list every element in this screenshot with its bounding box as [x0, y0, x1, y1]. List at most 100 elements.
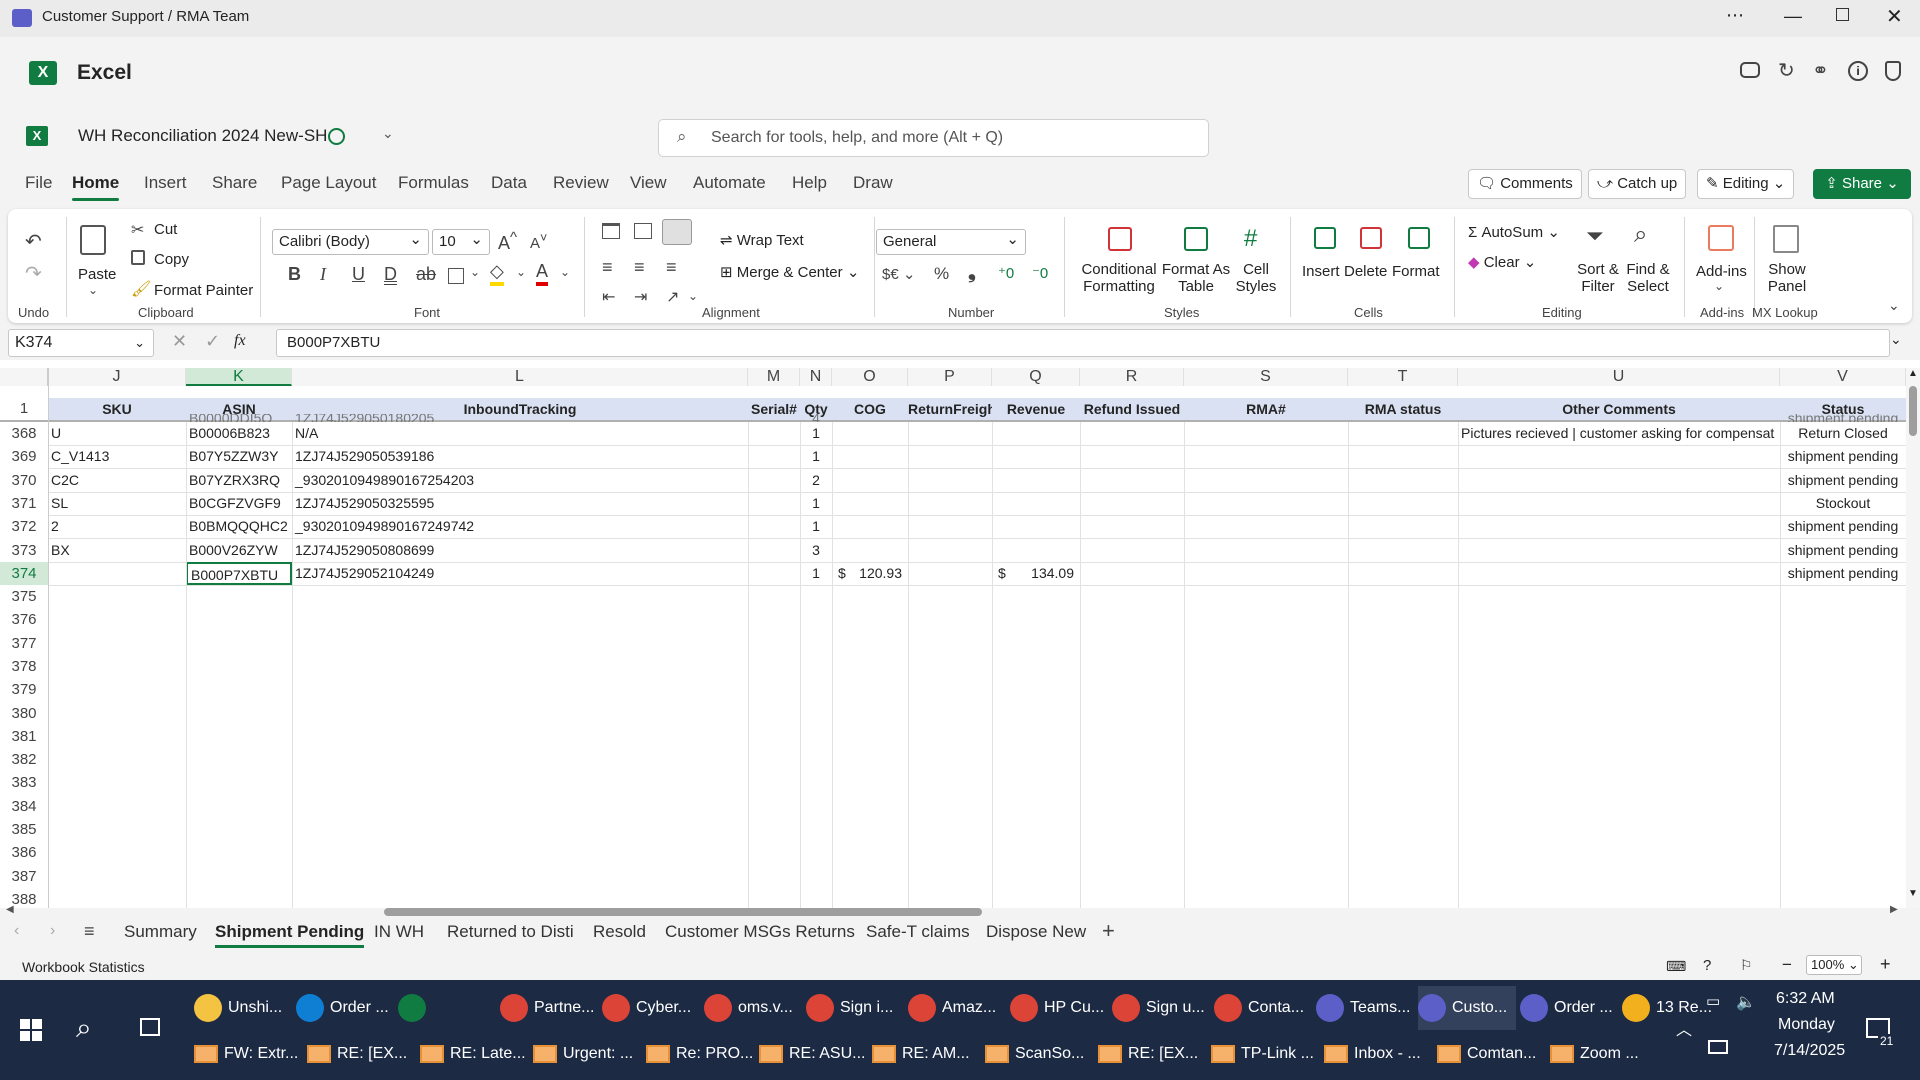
taskbar-window[interactable]: TP-Link ...: [1211, 1032, 1321, 1076]
wrap-text-button[interactable]: ⇌ Wrap Text: [720, 231, 804, 249]
taskbar-app-file-explorer[interactable]: Unshi...: [194, 986, 292, 1030]
taskbar-app-chrome[interactable]: Sign i...: [806, 986, 904, 1030]
column-header-p[interactable]: P: [908, 368, 992, 386]
close-icon[interactable]: ✕: [1886, 4, 1903, 29]
taskbar-app-excel[interactable]: [398, 986, 496, 1030]
minimize-icon[interactable]: —: [1784, 6, 1802, 27]
font-color-icon[interactable]: A: [536, 261, 549, 286]
row-number[interactable]: 372: [0, 515, 48, 538]
row-number[interactable]: 386: [0, 841, 48, 864]
column-header-s[interactable]: S: [1184, 368, 1348, 386]
table-cell[interactable]: [1080, 445, 1184, 468]
table-cell[interactable]: [1458, 539, 1780, 562]
column-header-v[interactable]: V: [1780, 368, 1906, 386]
taskbar-window[interactable]: FW: Extr...: [194, 1032, 304, 1076]
column-header-o[interactable]: O: [832, 368, 908, 386]
taskbar-app-chrome[interactable]: Conta...: [1214, 986, 1312, 1030]
taskbar-app-chrome[interactable]: HP Cu...: [1010, 986, 1108, 1030]
taskbar-window[interactable]: RE: [EX...: [1098, 1032, 1208, 1076]
scroll-down-icon[interactable]: ▼: [1908, 888, 1918, 899]
more-icon[interactable]: ⋯: [1726, 5, 1744, 26]
all-sheets-icon[interactable]: ≡: [84, 921, 95, 942]
row-number[interactable]: 382: [0, 748, 48, 771]
table-cell[interactable]: shipment pending: [1780, 539, 1906, 562]
row-number[interactable]: 373: [0, 539, 48, 562]
row-number[interactable]: 379: [0, 678, 48, 701]
chevron-down-icon[interactable]: ⌄: [688, 289, 698, 303]
cut-button[interactable]: Cut: [154, 221, 177, 238]
table-cell[interactable]: N/A: [292, 422, 748, 445]
clock-time[interactable]: 6:32 AM: [1776, 990, 1835, 1008]
taskbar-window[interactable]: Comtan...: [1437, 1032, 1547, 1076]
table-cell[interactable]: [992, 539, 1080, 562]
table-cell[interactable]: _9302010949890167249742: [292, 515, 748, 538]
tab-page-layout[interactable]: Page Layout: [281, 173, 376, 193]
table-cell[interactable]: $120.93: [832, 562, 908, 585]
comments-button[interactable]: 🗨 Comments: [1468, 169, 1582, 199]
table-cell[interactable]: U: [48, 422, 186, 445]
number-format-select[interactable]: General ⌄: [876, 229, 1026, 255]
table-cell[interactable]: [1458, 515, 1780, 538]
align-right-icon[interactable]: ≡: [666, 257, 677, 278]
scroll-left-arrow-icon[interactable]: ◀: [6, 904, 14, 915]
table-cell[interactable]: [1080, 469, 1184, 492]
chevron-down-icon[interactable]: ⌄: [382, 125, 394, 142]
table-cell[interactable]: B07Y5ZZW3Y: [186, 445, 292, 468]
format-cells-button[interactable]: Format: [1392, 263, 1440, 280]
table-cell[interactable]: [1184, 492, 1348, 515]
editing-mode-button[interactable]: ✎ Editing ⌄: [1697, 169, 1795, 199]
taskbar-app-edge[interactable]: Order ...: [296, 986, 394, 1030]
delete-cells-button[interactable]: Delete: [1344, 263, 1387, 280]
table-cell[interactable]: [832, 492, 908, 515]
row-number[interactable]: 377: [0, 632, 48, 655]
table-cell[interactable]: [48, 562, 186, 585]
table-cell[interactable]: Pictures recieved | customer asking for …: [1458, 422, 1780, 445]
table-cell[interactable]: B00006B823: [186, 422, 292, 445]
increase-indent-icon[interactable]: ⇥: [634, 287, 647, 307]
redo-icon[interactable]: ↷: [25, 261, 42, 286]
table-cell[interactable]: [908, 469, 992, 492]
table-cell[interactable]: [1458, 445, 1780, 468]
table-cell[interactable]: $134.09: [992, 562, 1080, 585]
zoom-select[interactable]: 100% ⌄: [1806, 955, 1862, 975]
column-header-j[interactable]: J: [48, 368, 186, 386]
help-icon[interactable]: ?: [1703, 957, 1711, 974]
table-cell[interactable]: [1184, 515, 1348, 538]
tab-data[interactable]: Data: [491, 173, 527, 193]
header-cell[interactable]: RMA status: [1348, 398, 1458, 420]
header-cell[interactable]: Serial#: [748, 398, 800, 420]
table-cell[interactable]: shipment pending: [1780, 562, 1906, 585]
table-cell[interactable]: shipment pending: [1780, 469, 1906, 492]
table-cell[interactable]: [908, 492, 992, 515]
table-cell[interactable]: Return Closed: [1780, 422, 1906, 445]
table-cell[interactable]: [1184, 422, 1348, 445]
increase-decimal-icon[interactable]: ⁺0: [998, 264, 1014, 282]
table-cell[interactable]: 1ZJ74J529052104249: [292, 562, 748, 585]
refresh-icon[interactable]: ↻: [1778, 58, 1795, 83]
tab-share[interactable]: Share: [212, 173, 257, 193]
table-cell[interactable]: 1ZJ74J529050808699: [292, 539, 748, 562]
shield-icon[interactable]: [1885, 61, 1901, 81]
header-cell[interactable]: SKU: [48, 398, 186, 420]
table-cell[interactable]: 1: [800, 515, 832, 538]
header-cell[interactable]: ReturnFreight: [908, 398, 992, 420]
row-number[interactable]: 368: [0, 422, 48, 445]
row-number[interactable]: 380: [0, 702, 48, 725]
cell-styles-button[interactable]: Cell Styles: [1228, 261, 1284, 295]
find-select-button[interactable]: Find & Select: [1620, 261, 1676, 295]
sheet-tab-dispose-new[interactable]: Dispose New: [986, 922, 1086, 942]
taskbar-app-teams[interactable]: Order ...: [1520, 986, 1618, 1030]
horizontal-scroll-thumb[interactable]: [384, 908, 982, 916]
clear-button[interactable]: ◆ Clear ⌄: [1468, 253, 1536, 271]
align-middle-icon[interactable]: [634, 223, 652, 239]
table-cell[interactable]: 1ZJ74J529050539186: [292, 445, 748, 468]
table-cell[interactable]: [908, 562, 992, 585]
add-sheet-icon[interactable]: +: [1102, 918, 1115, 944]
table-cell[interactable]: 1: [800, 422, 832, 445]
scroll-right-arrow-icon[interactable]: ▶: [1890, 904, 1898, 915]
header-cell[interactable]: Revenue: [992, 398, 1080, 420]
table-cell[interactable]: B07YZRX3RQ: [186, 469, 292, 492]
show-panel-button[interactable]: Show Panel: [1762, 261, 1812, 295]
header-cell[interactable]: Refund Issued: [1080, 398, 1184, 420]
paste-button[interactable]: Paste: [78, 266, 116, 283]
